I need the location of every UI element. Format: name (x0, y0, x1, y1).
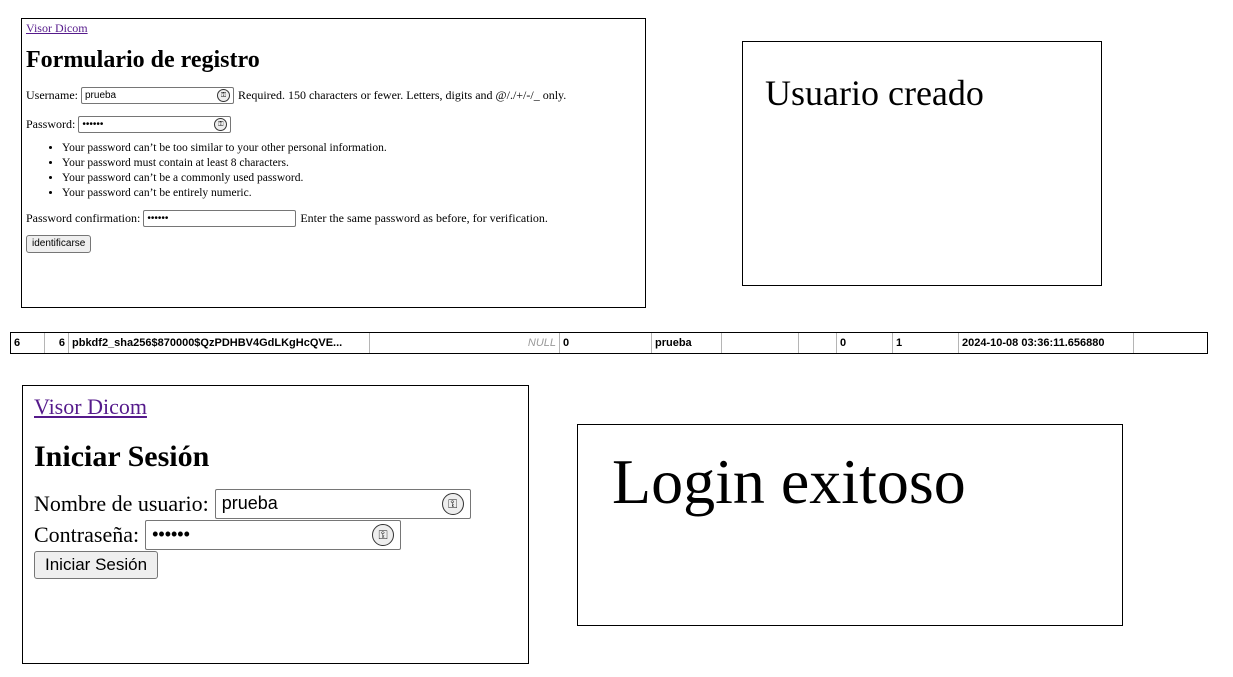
login-panel: Visor Dicom Iniciar Sesión Nombre de usu… (22, 385, 529, 664)
username-label: Username: (26, 87, 78, 102)
password-value: •••••• (82, 118, 104, 130)
table-cell: 1 (893, 333, 959, 353)
list-item: Your password can’t be entirely numeric. (62, 186, 641, 201)
table-cell (722, 333, 799, 353)
login-password-input[interactable]: •••••• ⚿ (145, 519, 402, 550)
password-input[interactable]: •••••• ⚿ (78, 115, 232, 133)
login-username-row: Nombre de usuario: prueba ⚿ (34, 488, 517, 519)
password-label: Password: (26, 116, 76, 131)
key-icon[interactable]: ⚿ (216, 88, 230, 102)
username-value: prueba (84, 89, 117, 101)
password-confirmation-input[interactable]: •••••• (143, 209, 297, 227)
visor-dicom-link[interactable]: Visor Dicom (26, 21, 88, 35)
key-icon[interactable]: ⚿ (214, 117, 228, 131)
login-username-label: Nombre de usuario: (34, 490, 209, 516)
login-success-message: Login exitoso (612, 446, 966, 517)
login-password-value: •••••• (152, 524, 190, 544)
confirm-label: Password confirmation: (26, 210, 141, 225)
confirm-row: Password confirmation: •••••• Enter the … (26, 207, 641, 229)
iniciar-sesion-button[interactable]: Iniciar Sesión (34, 551, 159, 579)
username-input[interactable]: prueba ⚿ (80, 86, 234, 104)
identificarse-button[interactable]: identificarse (26, 235, 92, 253)
list-item: Your password can’t be a commonly used p… (62, 171, 641, 186)
login-username-value: prueba (221, 493, 278, 513)
key-icon[interactable]: ⚿ (372, 523, 395, 546)
table-cell: 6 (45, 333, 69, 353)
key-icon[interactable]: ⚿ (441, 492, 464, 515)
user-created-panel: Usuario creado (742, 41, 1102, 286)
register-title: Formulario de registro (26, 47, 260, 73)
table-cell (1134, 333, 1207, 353)
username-row: Username: prueba ⚿ Required. 150 charact… (26, 84, 641, 106)
table-cell: 6 (11, 333, 45, 353)
password-rules-list: Your password can’t be too similar to yo… (26, 141, 641, 201)
confirm-help: Enter the same password as before, for v… (300, 210, 548, 225)
confirm-value: •••••• (147, 212, 169, 224)
user-created-message: Usuario creado (765, 73, 984, 113)
login-password-label: Contraseña: (34, 521, 140, 547)
login-success-panel: Login exitoso (577, 424, 1123, 626)
list-item: Your password can’t be too similar to yo… (62, 141, 641, 156)
table-row: 6 6 pbkdf2_sha256$870000$QzPDHBV4GdLKgHc… (10, 332, 1208, 354)
password-row: Password: •••••• ⚿ (26, 113, 641, 135)
table-cell: 2024-10-08 03:36:11.656880 (959, 333, 1134, 353)
table-cell: 0 (837, 333, 893, 353)
table-cell (799, 333, 837, 353)
register-panel: Visor Dicom Formulario de registro Usern… (21, 18, 646, 308)
table-cell: prueba (652, 333, 722, 353)
table-cell: 0 (560, 333, 652, 353)
list-item: Your password must contain at least 8 ch… (62, 156, 641, 171)
username-help: Required. 150 characters or fewer. Lette… (237, 87, 567, 102)
login-username-input[interactable]: prueba ⚿ (214, 488, 471, 519)
login-title: Iniciar Sesión (34, 440, 210, 473)
table-cell: pbkdf2_sha256$870000$QzPDHBV4GdLKgHcQVE.… (69, 333, 370, 353)
login-password-row: Contraseña: •••••• ⚿ (34, 519, 517, 550)
visor-dicom-link[interactable]: Visor Dicom (34, 394, 147, 419)
null-cell: NULL (370, 333, 560, 353)
